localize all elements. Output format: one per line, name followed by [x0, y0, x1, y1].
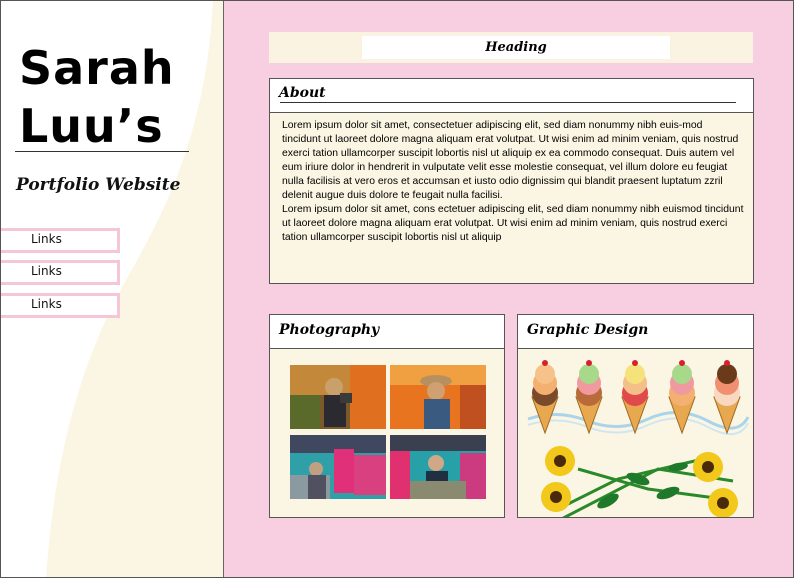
- sunflower-icon: [708, 488, 738, 517]
- about-body: Lorem ipsum dolor sit amet, consectetuer…: [282, 119, 744, 245]
- nav-link-2[interactable]: Links: [1, 260, 120, 285]
- page-heading: Heading: [485, 40, 547, 55]
- nav-link-label: Links: [31, 297, 62, 311]
- ice-cream-cone-icon: [668, 360, 696, 435]
- heading-box: Heading: [362, 36, 670, 59]
- graphic-design-panel-header: Graphic Design: [518, 315, 753, 349]
- main-content: Heading About Lorem ipsum dolor sit amet…: [224, 1, 793, 577]
- photo-icon[interactable]: [290, 435, 386, 499]
- sidebar: Sarah Luu’s Portfolio Website Links Link…: [1, 1, 224, 577]
- photography-title: Photography: [279, 322, 380, 338]
- about-title-underline: [280, 102, 736, 103]
- photography-panel: Photography: [269, 314, 505, 518]
- sunflower-icon: [541, 482, 571, 512]
- ice-cream-cone-icon: [575, 360, 603, 435]
- nav-link-1[interactable]: Links: [1, 228, 120, 253]
- sunflower-icon: [693, 452, 723, 482]
- photography-panel-header: Photography: [270, 315, 504, 349]
- graphic-design-panel: Graphic Design: [517, 314, 754, 518]
- about-panel: About Lorem ipsum dolor sit amet, consec…: [269, 78, 754, 284]
- about-paragraph: Lorem ipsum dolor sit amet, cons ectetue…: [282, 204, 744, 243]
- graphic-design-title: Graphic Design: [527, 322, 649, 338]
- site-subtitle: Portfolio Website: [16, 175, 181, 195]
- site-owner-name-line2: Luu’s: [19, 99, 164, 153]
- nav-link-label: Links: [31, 264, 62, 278]
- nav-link-3[interactable]: Links: [1, 293, 120, 318]
- about-paragraph: Lorem ipsum dolor sit amet, consectetuer…: [282, 120, 739, 201]
- graphic-design-artwork[interactable]: [518, 349, 753, 517]
- photo-icon[interactable]: [290, 365, 386, 429]
- photo-icon[interactable]: [390, 365, 486, 429]
- about-panel-header: About: [270, 79, 753, 113]
- ice-cream-cone-icon: [713, 360, 741, 435]
- sunflower-icon: [545, 446, 575, 476]
- page-frame: Sarah Luu’s Portfolio Website Links Link…: [0, 0, 794, 578]
- name-divider: [15, 151, 189, 152]
- nav-link-label: Links: [31, 232, 62, 246]
- about-title: About: [279, 85, 326, 101]
- heading-bar: Heading: [269, 32, 753, 63]
- photo-icon[interactable]: [390, 435, 486, 499]
- site-owner-name-line1: Sarah: [19, 41, 175, 95]
